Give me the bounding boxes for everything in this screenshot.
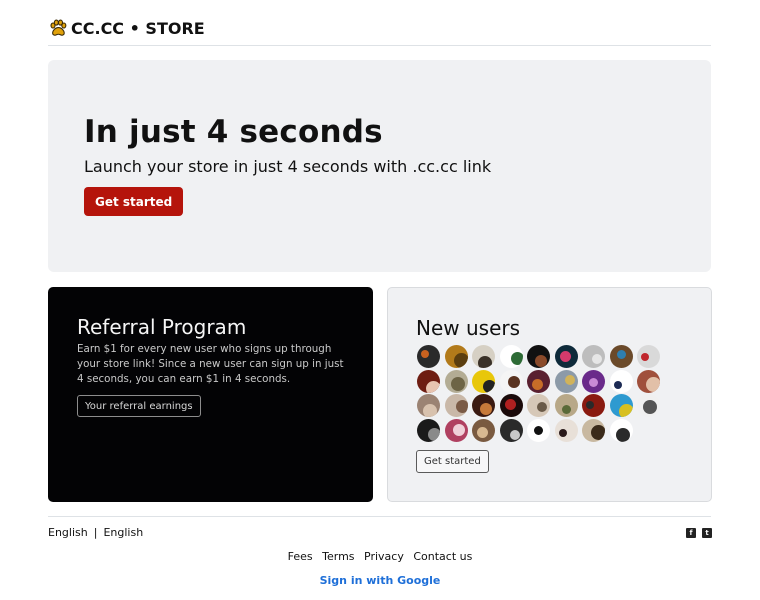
user-avatar[interactable]	[554, 345, 578, 368]
referral-title: Referral Program	[77, 315, 247, 339]
user-avatar[interactable]	[472, 345, 495, 368]
user-avatar[interactable]	[444, 369, 468, 393]
hero-subtitle: Launch your store in just 4 seconds with…	[84, 157, 492, 176]
footer-divider	[48, 516, 711, 517]
language-option[interactable]: English	[103, 526, 143, 539]
user-avatar[interactable]	[582, 394, 605, 417]
language-current[interactable]: English	[48, 526, 88, 539]
site-header: CC.CC • STORE	[48, 12, 711, 46]
user-avatar[interactable]	[499, 418, 523, 442]
user-avatar[interactable]	[582, 369, 605, 393]
sign-in-with-google-link[interactable]: Sign in with Google	[0, 574, 760, 587]
user-avatar[interactable]	[609, 345, 633, 368]
user-avatar[interactable]	[554, 418, 578, 442]
user-avatar[interactable]	[472, 369, 495, 393]
user-avatar[interactable]	[609, 394, 633, 417]
user-avatar[interactable]	[444, 345, 468, 368]
hero-get-started-button[interactable]: Get started	[84, 187, 184, 216]
user-avatar[interactable]	[499, 394, 523, 417]
language-switcher: English | English	[48, 526, 143, 539]
hero-section: In just 4 seconds Launch your store in j…	[48, 60, 711, 272]
footer-link-contact[interactable]: Contact us	[413, 550, 472, 563]
user-avatar[interactable]	[417, 418, 440, 442]
footer-links: Fees Terms Privacy Contact us	[0, 550, 760, 563]
brand-name: CC.CC • STORE	[71, 19, 205, 38]
user-avatar[interactable]	[499, 369, 523, 393]
user-avatar[interactable]	[582, 345, 605, 368]
referral-card: Referral Program Earn $1 for every new u…	[48, 287, 373, 502]
user-avatar[interactable]	[527, 369, 550, 393]
user-avatar[interactable]	[637, 394, 660, 417]
footer-link-fees[interactable]: Fees	[288, 550, 313, 563]
facebook-icon[interactable]: f	[686, 528, 696, 538]
new-users-get-started-button[interactable]: Get started	[416, 450, 489, 473]
user-avatar[interactable]	[637, 345, 660, 368]
brand-link[interactable]: CC.CC • STORE	[48, 19, 205, 38]
user-avatar[interactable]	[472, 418, 495, 442]
user-avatar[interactable]	[527, 418, 550, 442]
user-avatar[interactable]	[417, 345, 440, 368]
language-separator: |	[93, 526, 98, 539]
user-avatar[interactable]	[527, 394, 550, 417]
new-users-title: New users	[416, 316, 521, 340]
footer-link-privacy[interactable]: Privacy	[364, 550, 404, 563]
hero-title: In just 4 seconds	[84, 114, 383, 150]
user-avatar[interactable]	[444, 418, 468, 442]
social-links: f t	[686, 528, 712, 538]
user-avatar[interactable]	[554, 369, 578, 393]
user-avatar[interactable]	[417, 369, 440, 393]
footer-link-terms[interactable]: Terms	[322, 550, 354, 563]
user-avatar[interactable]	[582, 418, 605, 442]
paw-icon	[50, 19, 67, 36]
twitter-icon[interactable]: t	[702, 528, 712, 538]
new-users-card: New users Get started	[387, 287, 712, 502]
referral-description: Earn $1 for every new user who signs up …	[77, 343, 344, 385]
user-avatar[interactable]	[417, 394, 440, 417]
user-avatar[interactable]	[609, 369, 633, 393]
user-avatar[interactable]	[609, 418, 633, 442]
user-avatar[interactable]	[554, 394, 578, 417]
avatar-grid	[417, 345, 667, 443]
user-avatar[interactable]	[499, 345, 523, 368]
referral-earnings-button[interactable]: Your referral earnings	[77, 395, 201, 417]
user-avatar[interactable]	[444, 394, 468, 417]
user-avatar[interactable]	[472, 394, 495, 417]
user-avatar[interactable]	[527, 345, 550, 368]
user-avatar[interactable]	[637, 369, 660, 393]
